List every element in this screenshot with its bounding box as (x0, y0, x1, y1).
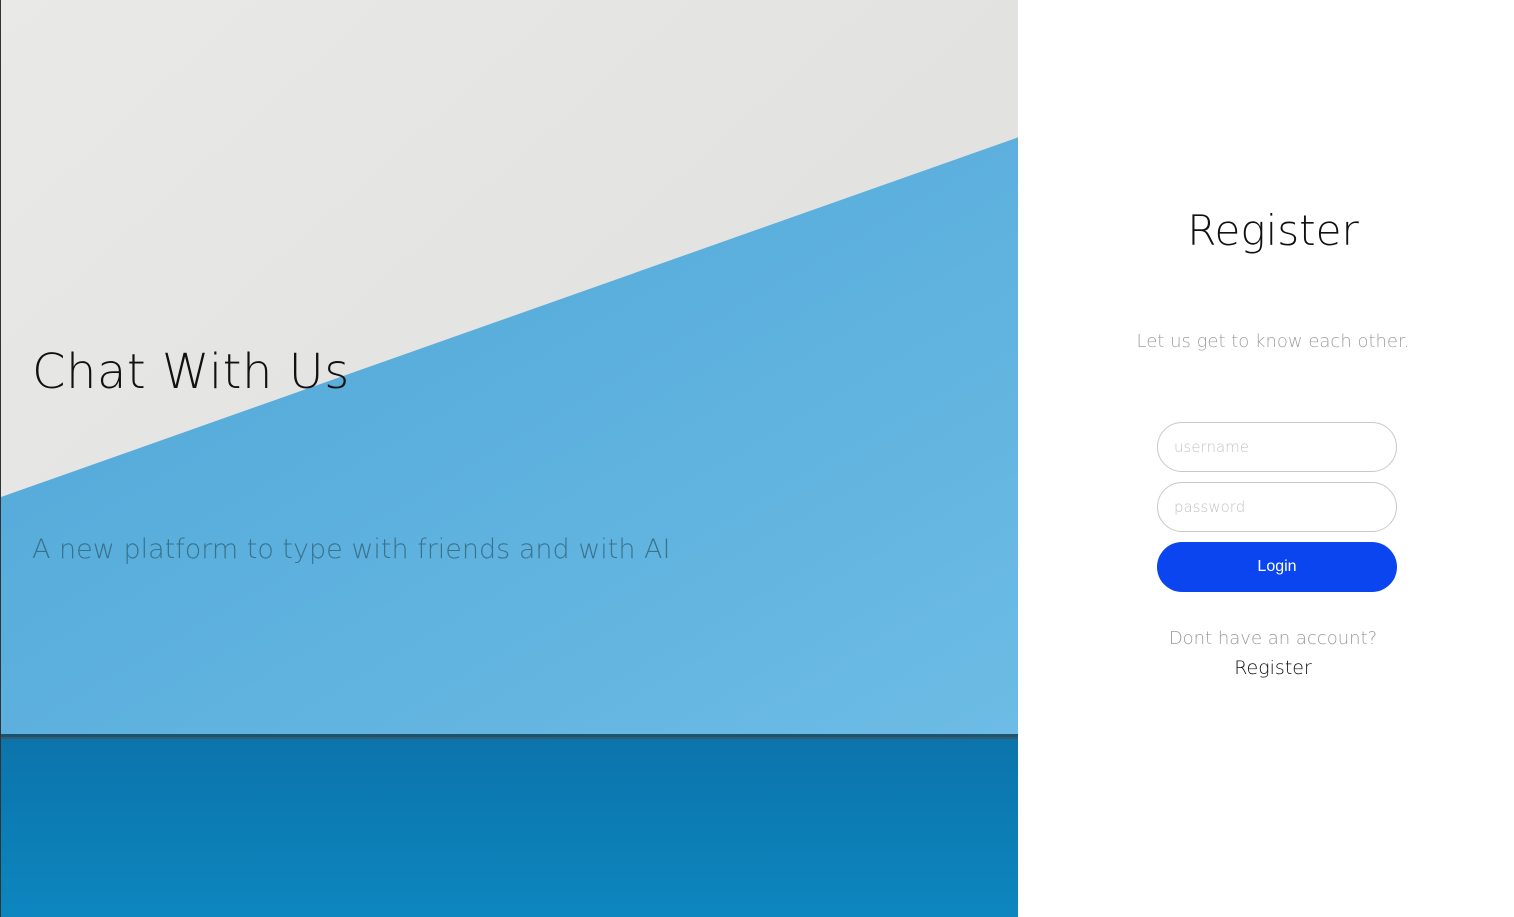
password-input[interactable] (1157, 482, 1397, 532)
form-tagline: Let us get to know each other. (1136, 331, 1410, 352)
form-title: Register (1187, 206, 1359, 255)
login-form-panel: Register Let us get to know each other. … (1018, 0, 1514, 917)
account-prompt: Dont have an account? (1168, 628, 1378, 649)
hero-wall-ledge (1, 734, 1018, 739)
username-input[interactable] (1157, 422, 1397, 472)
hero-subtitle: A new platform to type with friends and … (32, 534, 671, 565)
hero-background-image (1, 0, 1018, 917)
hero-title: Chat With Us (32, 344, 350, 400)
hero-panel: Chat With Us A new platform to type with… (0, 0, 1018, 917)
register-link[interactable]: Register (1018, 657, 1514, 679)
login-button[interactable]: Login (1157, 542, 1397, 592)
hero-wall-dark-blue (1, 739, 1018, 917)
register-page: Chat With Us A new platform to type with… (0, 0, 1514, 917)
